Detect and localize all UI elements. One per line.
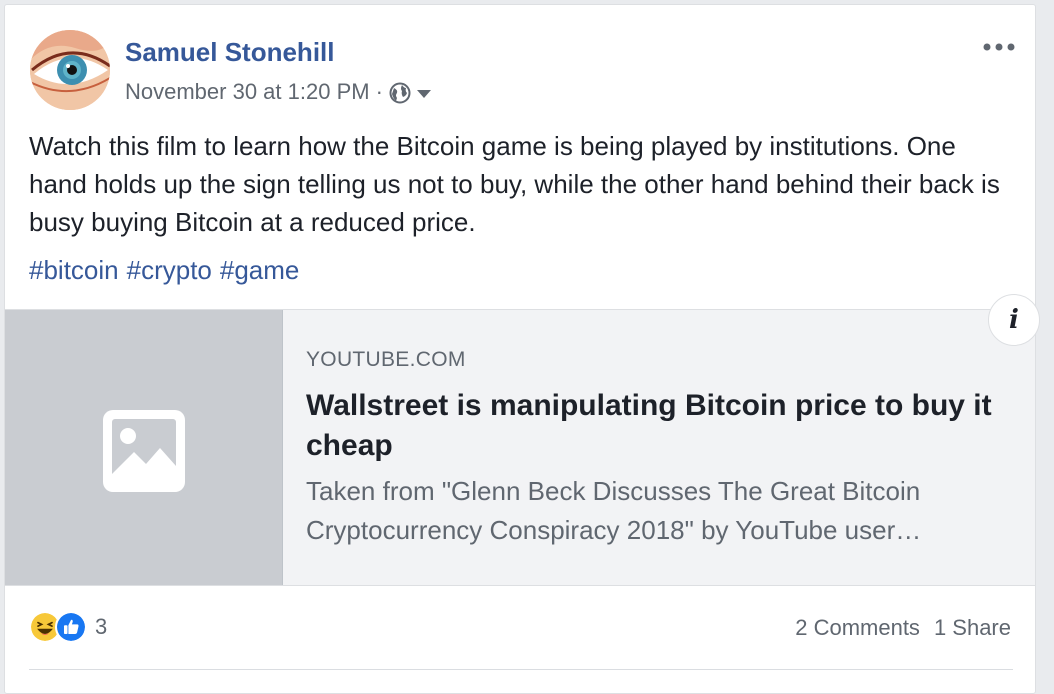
info-icon[interactable]: i [988, 294, 1040, 346]
globe-icon[interactable] [389, 82, 411, 104]
engagement-stats: 2 Comments 1 Share [795, 615, 1011, 641]
link-preview[interactable]: YOUTUBE.COM Wallstreet is manipulating B… [5, 309, 1035, 586]
image-placeholder-icon [103, 410, 185, 492]
comments-count-link[interactable]: 2 Comments [795, 615, 920, 641]
hashtag-link[interactable]: #crypto [127, 255, 212, 286]
footer-divider [29, 669, 1013, 670]
shares-count-link[interactable]: 1 Share [934, 615, 1011, 641]
link-title[interactable]: Wallstreet is manipulating Bitcoin price… [306, 386, 1016, 466]
link-description: Taken from "Glenn Beck Discusses The Gre… [306, 476, 922, 545]
hashtag-link[interactable]: #game [220, 255, 300, 286]
post-card: Samuel Stonehill November 30 at 1:20 PM … [4, 4, 1036, 694]
link-domain: YOUTUBE.COM [306, 348, 466, 371]
post-body-text: Watch this film to learn how the Bitcoin… [29, 131, 1000, 237]
privacy-dropdown-caret-icon[interactable] [415, 88, 433, 100]
author-avatar[interactable] [30, 30, 110, 110]
author-name[interactable]: Samuel Stonehill [125, 37, 335, 68]
hashtag-list: #bitcoin #crypto #game [29, 255, 299, 286]
hashtag-link[interactable]: #bitcoin [29, 255, 119, 286]
post-meta: November 30 at 1:20 PM · [125, 79, 433, 105]
like-icon [55, 611, 87, 643]
reaction-summary[interactable]: 3 [29, 611, 107, 643]
reaction-count: 3 [95, 614, 108, 639]
link-thumbnail[interactable] [5, 310, 283, 585]
post-timestamp[interactable]: November 30 at 1:20 PM [125, 79, 370, 105]
more-options-icon[interactable] [981, 39, 1017, 55]
meta-separator: · [375, 79, 383, 104]
